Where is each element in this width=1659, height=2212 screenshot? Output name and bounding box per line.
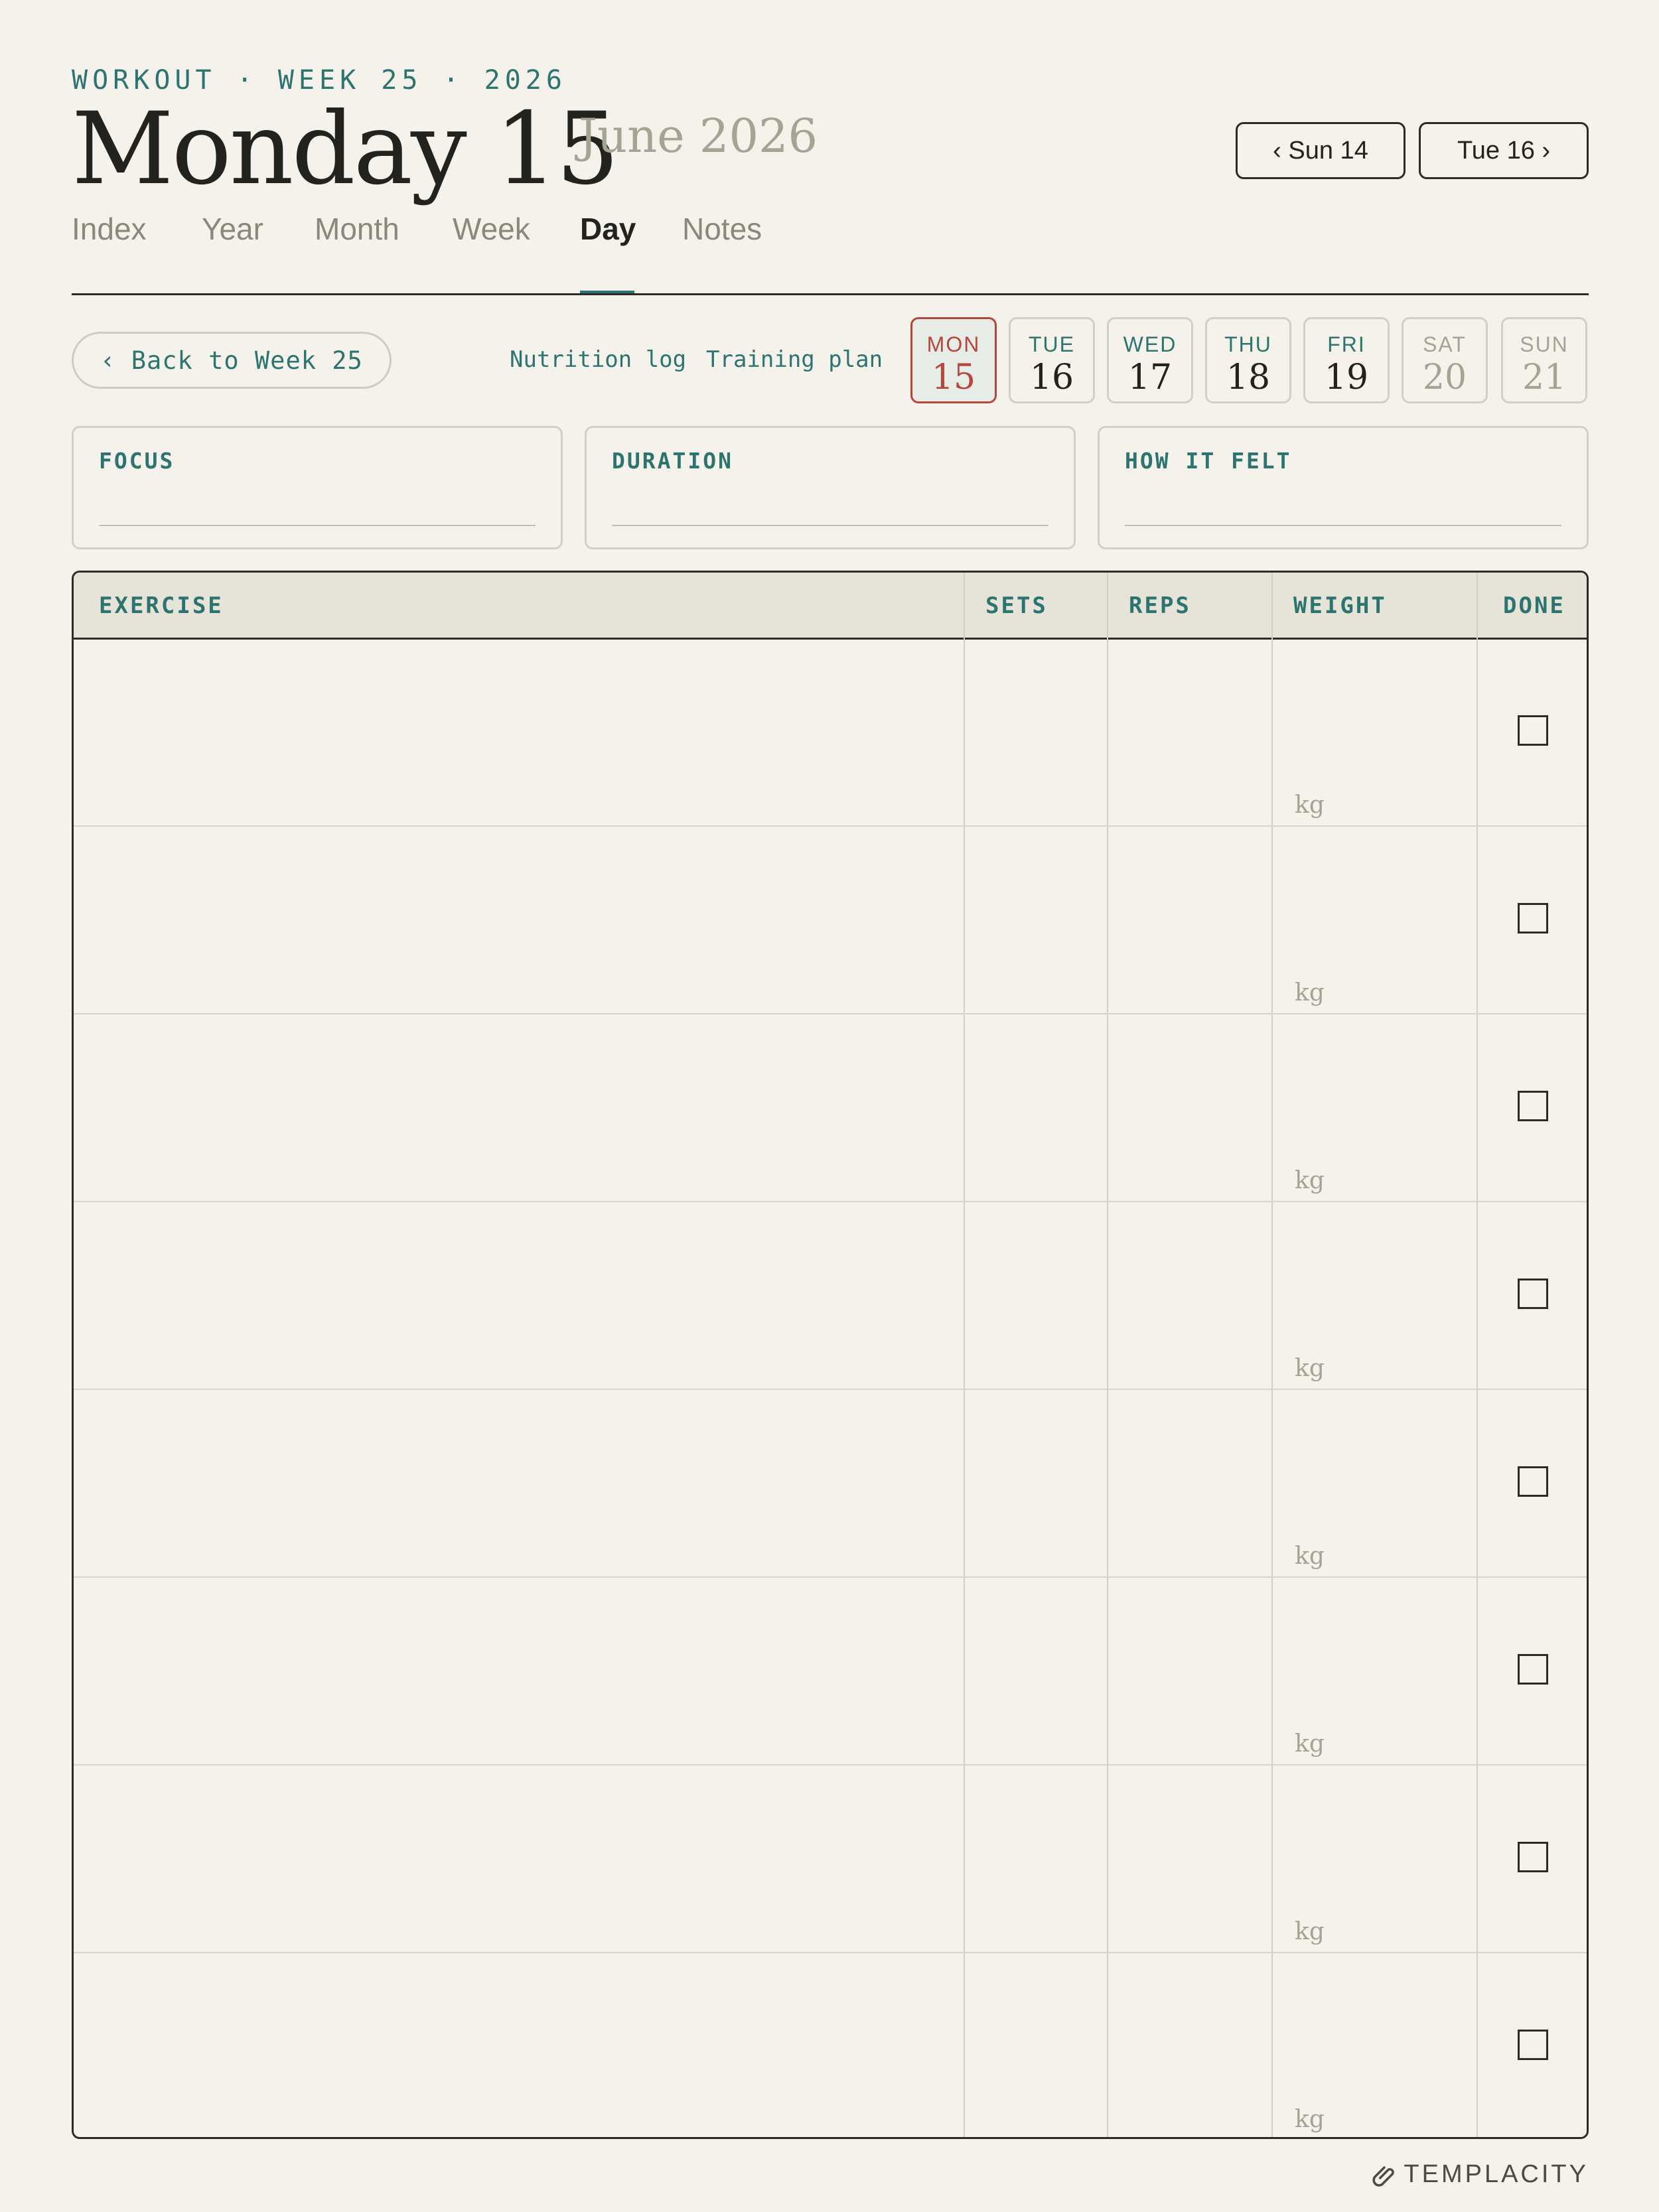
- column-header-sets: SETS: [985, 592, 1048, 619]
- previous-day-button[interactable]: ‹ Sun 14: [1236, 122, 1406, 179]
- weight-unit: kg: [1295, 1730, 1325, 1758]
- done-checkbox[interactable]: [1518, 1654, 1548, 1685]
- tab-month[interactable]: Month: [315, 211, 399, 247]
- day-chip-weekday: TUE: [1029, 332, 1075, 356]
- day-chip-weekday: THU: [1224, 332, 1272, 356]
- tab-year[interactable]: Year: [202, 211, 263, 247]
- done-checkbox[interactable]: [1518, 1842, 1548, 1872]
- page-title: Monday 15: [72, 92, 619, 207]
- day-chip-mon[interactable]: MON 15: [910, 317, 997, 403]
- brand-logo: TEMPLACITY: [1372, 2160, 1589, 2189]
- day-chip-weekday: MON: [926, 332, 981, 356]
- tab-notes[interactable]: Notes: [682, 211, 762, 247]
- page-subtitle: June 2026: [579, 109, 818, 163]
- day-chip-date: 20: [1422, 358, 1467, 397]
- weight-unit: kg: [1295, 979, 1325, 1006]
- duration-field-label: DURATION: [612, 448, 733, 474]
- day-chip-tue[interactable]: TUE 16: [1009, 317, 1095, 403]
- table-row[interactable]: kg: [74, 1013, 1587, 1202]
- tab-week[interactable]: Week: [453, 211, 530, 247]
- back-to-week-button[interactable]: ‹ Back to Week 25: [72, 332, 392, 389]
- column-header-reps: REPS: [1129, 592, 1191, 619]
- day-chip-date: 15: [931, 358, 976, 397]
- paperclip-icon: [1372, 2166, 1395, 2187]
- nutrition-log-link[interactable]: Nutrition log: [510, 346, 686, 373]
- training-plan-link[interactable]: Training plan: [706, 346, 883, 373]
- focus-field[interactable]: FOCUS: [72, 426, 563, 549]
- how-it-felt-field[interactable]: HOW IT FELT: [1098, 426, 1589, 549]
- weight-unit: kg: [1295, 792, 1325, 819]
- weight-unit: kg: [1295, 1918, 1325, 1945]
- day-chip-sun[interactable]: SUN 21: [1501, 317, 1587, 403]
- done-checkbox[interactable]: [1518, 715, 1548, 746]
- focus-field-line: [99, 525, 536, 526]
- tab-index[interactable]: Index: [72, 211, 147, 247]
- done-checkbox[interactable]: [1518, 903, 1548, 933]
- duration-field[interactable]: DURATION: [585, 426, 1076, 549]
- weight-unit: kg: [1295, 2106, 1325, 2133]
- tab-day[interactable]: Day: [580, 211, 636, 247]
- table-row[interactable]: kg: [74, 1201, 1587, 1390]
- done-checkbox[interactable]: [1518, 2030, 1548, 2060]
- column-header-exercise: EXERCISE: [99, 592, 224, 619]
- weight-unit: kg: [1295, 1355, 1325, 1382]
- done-checkbox[interactable]: [1518, 1091, 1548, 1121]
- header-divider: [72, 293, 1589, 295]
- table-row[interactable]: kg: [74, 638, 1587, 827]
- done-checkbox[interactable]: [1518, 1279, 1548, 1309]
- day-chip-thu[interactable]: THU 18: [1205, 317, 1291, 403]
- day-chip-date: 21: [1522, 358, 1567, 397]
- exercise-table: EXERCISE SETS REPS WEIGHT DONE kg kg kg …: [72, 571, 1589, 2139]
- table-header: EXERCISE SETS REPS WEIGHT DONE: [74, 573, 1587, 640]
- day-chip-weekday: FRI: [1327, 332, 1366, 356]
- table-row[interactable]: kg: [74, 825, 1587, 1014]
- column-header-weight: WEIGHT: [1293, 592, 1387, 619]
- day-chip-date: 18: [1226, 358, 1271, 397]
- table-row[interactable]: kg: [74, 1764, 1587, 1953]
- how-it-felt-field-label: HOW IT FELT: [1125, 448, 1292, 474]
- focus-field-label: FOCUS: [99, 448, 175, 474]
- weight-unit: kg: [1295, 1167, 1325, 1194]
- column-header-done: DONE: [1503, 592, 1565, 619]
- day-chip-date: 16: [1029, 358, 1074, 397]
- weight-unit: kg: [1295, 1543, 1325, 1570]
- day-chip-date: 19: [1324, 358, 1369, 397]
- done-checkbox[interactable]: [1518, 1466, 1548, 1497]
- day-chip-weekday: SUN: [1520, 332, 1569, 356]
- brand-name: TEMPLACITY: [1404, 2160, 1589, 2188]
- day-chip-fri[interactable]: FRI 19: [1303, 317, 1390, 403]
- how-it-felt-field-line: [1125, 525, 1561, 526]
- day-chip-weekday: WED: [1123, 332, 1177, 356]
- day-chip-date: 17: [1127, 358, 1173, 397]
- day-chip-wed[interactable]: WED 17: [1107, 317, 1193, 403]
- day-chip-weekday: SAT: [1423, 332, 1467, 356]
- day-chip-sat[interactable]: SAT 20: [1402, 317, 1488, 403]
- duration-field-line: [612, 525, 1048, 526]
- table-row[interactable]: kg: [74, 1576, 1587, 1765]
- table-row[interactable]: kg: [74, 1952, 1587, 2137]
- next-day-button[interactable]: Tue 16 ›: [1419, 122, 1589, 179]
- table-row[interactable]: kg: [74, 1389, 1587, 1578]
